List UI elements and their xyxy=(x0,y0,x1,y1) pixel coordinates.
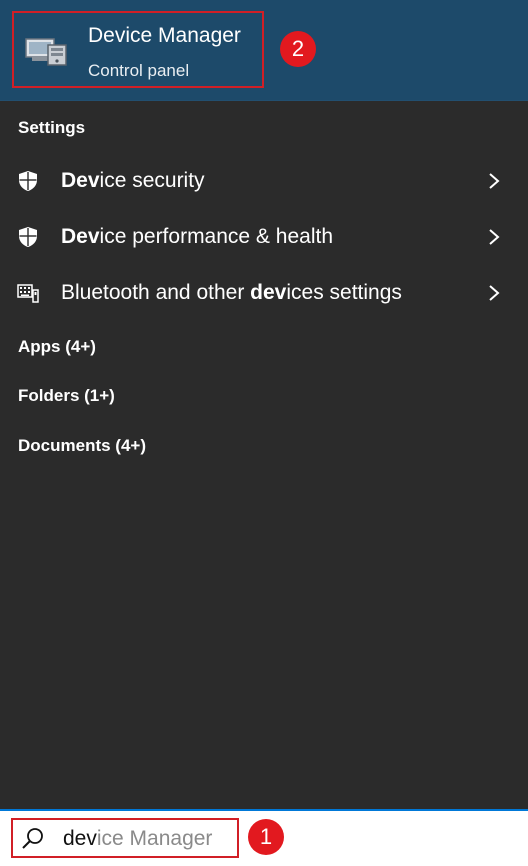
search-suggestion-text: ice Manager xyxy=(96,827,213,850)
settings-item-label: Device performance & health xyxy=(61,225,333,249)
step-marker-2: 2 xyxy=(280,31,316,67)
search-query: device Manager xyxy=(63,827,212,851)
match-highlight: dev xyxy=(250,281,287,304)
top-result-title: Device Manager xyxy=(88,24,241,48)
settings-item-label: Device security xyxy=(61,169,205,193)
search-bar[interactable]: device Manager 1 xyxy=(0,809,528,866)
step-marker-1: 1 xyxy=(248,819,284,855)
label-rest: ices settings xyxy=(286,281,402,304)
section-header-documents[interactable]: Documents (4+) xyxy=(18,436,146,456)
label-rest: ice performance & health xyxy=(99,225,333,248)
match-highlight: Dev xyxy=(61,169,100,192)
settings-item-bluetooth-devices[interactable]: Bluetooth and other devices settings xyxy=(0,265,528,321)
settings-item-device-security[interactable]: Device security xyxy=(0,153,528,209)
label-rest: ice security xyxy=(99,169,205,192)
search-typed-text: dev xyxy=(63,827,97,850)
settings-item-device-performance[interactable]: Device performance & health xyxy=(0,209,528,265)
section-header-settings: Settings xyxy=(18,118,86,137)
section-header-folders[interactable]: Folders (1+) xyxy=(18,386,115,406)
keyboard-device-icon xyxy=(17,284,39,303)
label-prefix: Bluetooth and other xyxy=(61,281,251,304)
top-result[interactable]: Device Manager Control panel 2 xyxy=(0,0,528,101)
shield-icon xyxy=(19,227,37,247)
match-highlight: Dev xyxy=(61,225,100,248)
chevron-right-icon xyxy=(489,285,500,301)
top-result-highlight-box: Device Manager Control panel xyxy=(12,11,264,88)
top-result-subtitle: Control panel xyxy=(88,61,190,80)
search-input[interactable]: device Manager xyxy=(11,818,239,858)
shield-icon xyxy=(19,171,37,191)
top-result-title-rest: ice Manager xyxy=(125,24,241,47)
section-header-apps[interactable]: Apps (4+) xyxy=(18,337,96,357)
chevron-right-icon xyxy=(489,173,500,189)
top-result-title-match: Dev xyxy=(88,24,126,47)
search-icon xyxy=(22,828,43,849)
chevron-right-icon xyxy=(489,229,500,245)
settings-item-label: Bluetooth and other devices settings xyxy=(61,281,402,305)
device-manager-icon xyxy=(25,38,67,66)
